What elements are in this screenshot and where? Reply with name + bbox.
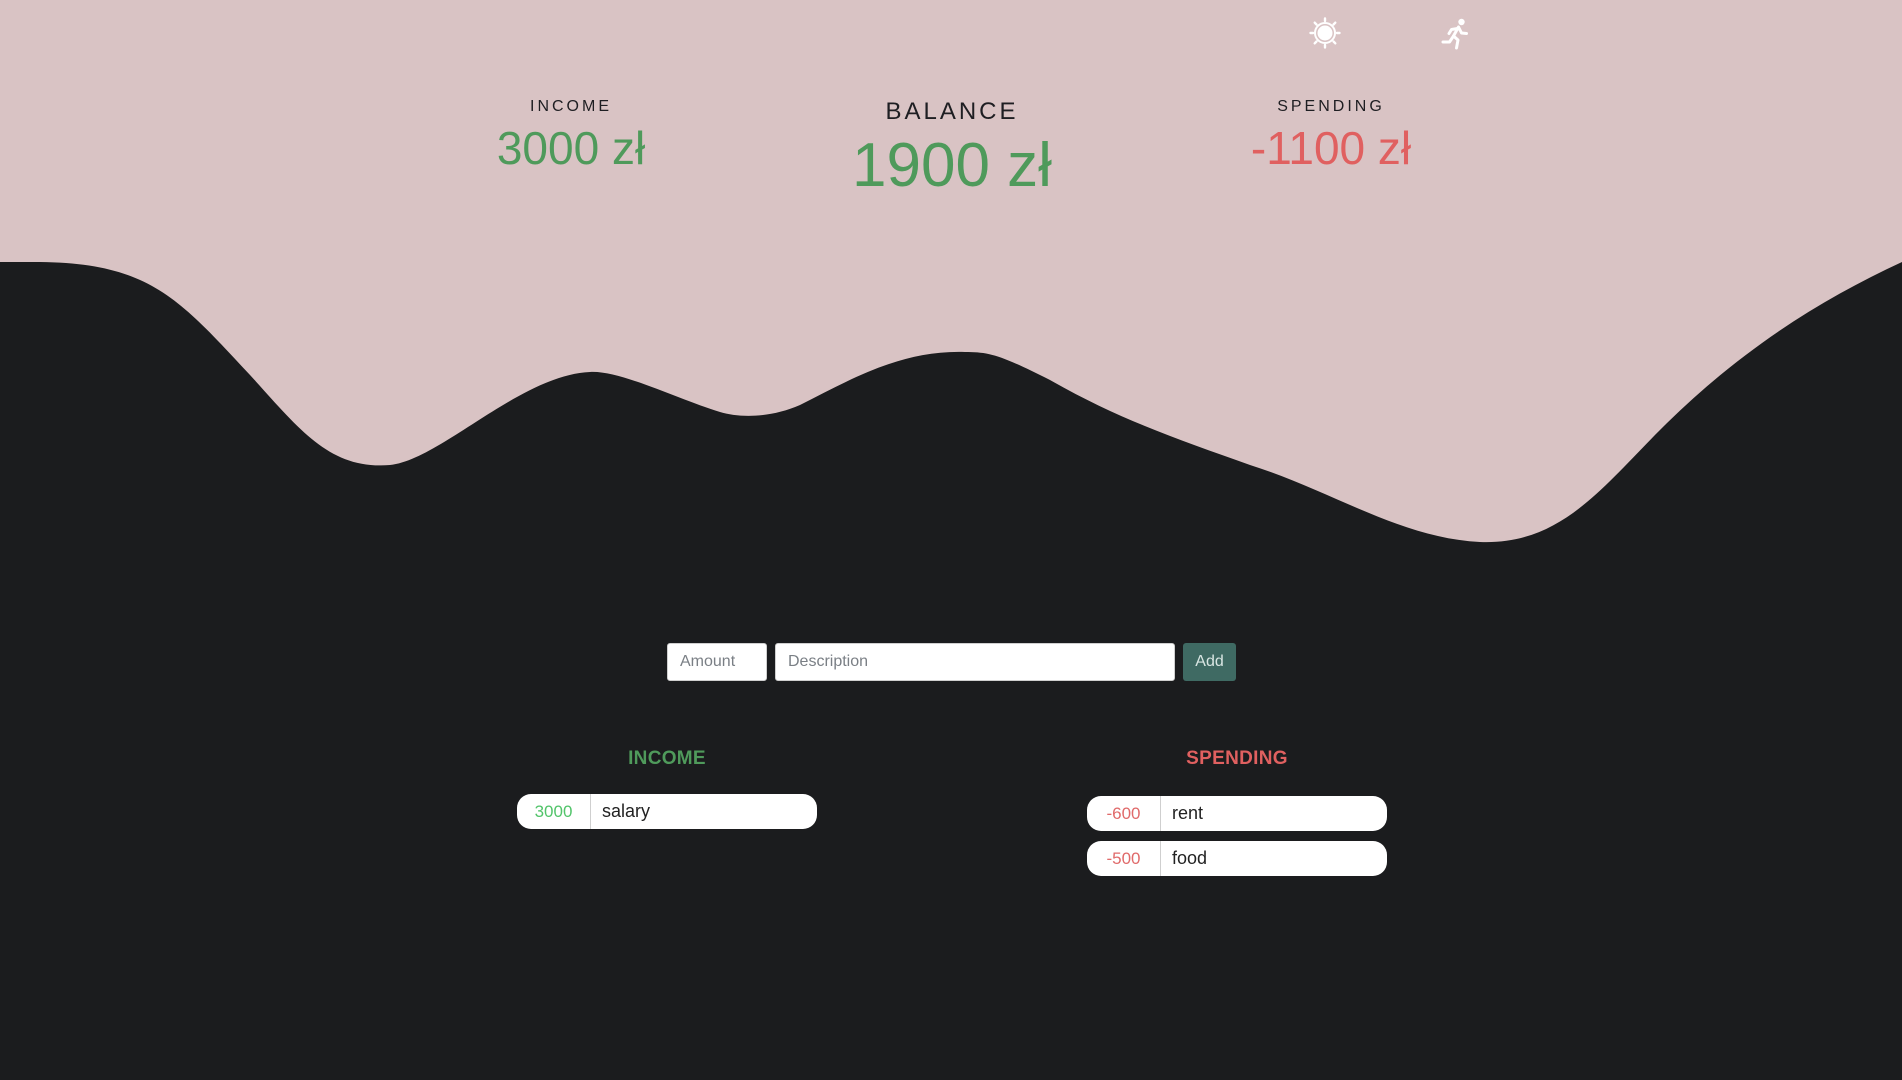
balance-summary-label: BALANCE xyxy=(885,98,1019,125)
running-person-icon xyxy=(1441,18,1468,50)
income-item-amount: 3000 xyxy=(517,794,591,829)
amount-input[interactable] xyxy=(667,643,767,681)
income-summary-label: INCOME xyxy=(530,98,612,115)
wave-background xyxy=(0,0,1902,543)
spending-item[interactable]: -500 food xyxy=(1087,841,1387,876)
spending-list: SPENDING -600 rent -500 food xyxy=(1087,748,1387,886)
income-list-heading: INCOME xyxy=(628,748,706,769)
spending-item-amount: -600 xyxy=(1087,796,1161,831)
spending-list-heading: SPENDING xyxy=(1186,748,1288,769)
income-item-description: salary xyxy=(602,801,651,821)
income-summary-amount: 3000 zł xyxy=(496,122,646,174)
add-transaction-form: Add xyxy=(667,643,1236,681)
spending-summary: SPENDING -1100 zł xyxy=(1231,98,1431,175)
hero-section: INCOME 3000 zł BALANCE 1900 zł SPENDING … xyxy=(0,0,1902,545)
spending-item-description: rent xyxy=(1172,803,1204,823)
income-item[interactable]: 3000 salary xyxy=(517,794,817,829)
description-input[interactable] xyxy=(775,643,1175,681)
theme-toggle-button[interactable] xyxy=(1309,17,1345,53)
sun-icon xyxy=(1309,17,1341,49)
balance-summary-amount: 1900 zł xyxy=(852,131,1052,200)
add-button[interactable]: Add xyxy=(1183,643,1236,681)
balance-summary: BALANCE 1900 zł xyxy=(802,98,1102,201)
spending-item[interactable]: -600 rent xyxy=(1087,796,1387,831)
spending-item-amount: -500 xyxy=(1087,841,1161,876)
spending-summary-label: SPENDING xyxy=(1277,98,1385,115)
logout-button[interactable] xyxy=(1438,17,1474,53)
income-summary: INCOME 3000 zł xyxy=(471,98,671,175)
income-list: INCOME 3000 salary xyxy=(517,748,817,839)
spending-summary-amount: -1100 zł xyxy=(1250,122,1412,174)
spending-item-description: food xyxy=(1172,848,1208,868)
